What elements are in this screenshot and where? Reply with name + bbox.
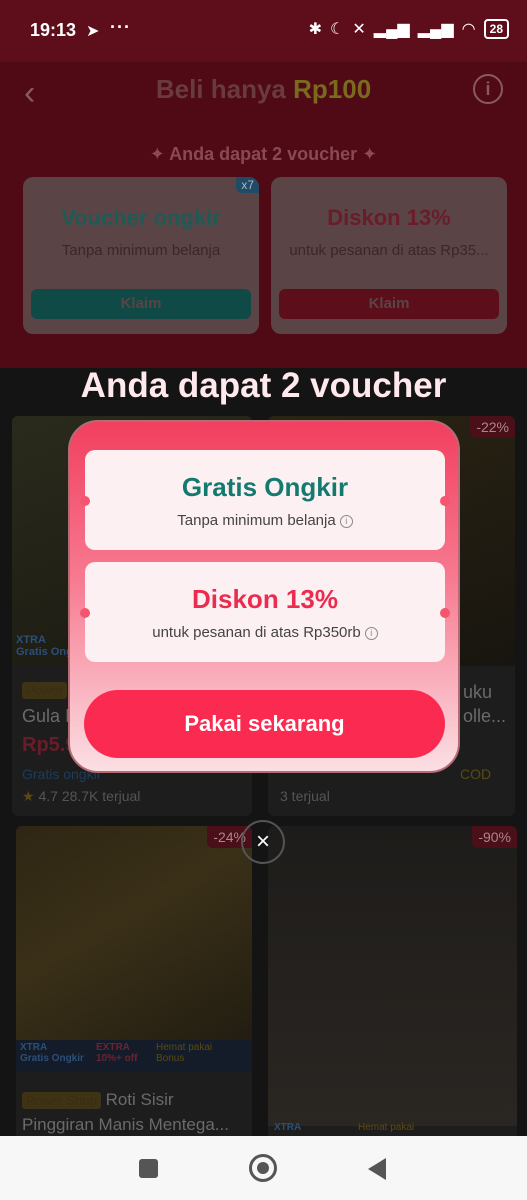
sold-count: 3 terjual [280,788,330,804]
voucher-desc-text: Tanpa minimum belanja [177,512,336,529]
voucher-desc-text: untuk pesanan di atas Rp350rb [152,624,361,641]
voucher-desc: untuk pesanan di atas Rp350rb i [85,624,445,641]
bell-off-icon: ✕ [352,21,366,38]
bonus-label: Bonus [156,1053,185,1064]
claim-button[interactable]: Klaim [31,289,251,319]
xtra-badge: XTRA [20,1042,48,1053]
signal-icon: ▂▄▆ [373,21,410,38]
hemat-label: Hemat pakai [156,1042,213,1053]
system-nav-bar [0,1136,527,1200]
voucher-title: Gratis Ongkir [181,472,349,502]
info-icon[interactable]: i [339,515,353,528]
product-name: Gula I [22,706,71,726]
clock: 19:13 [30,20,77,40]
system-icons: ✱ ☾ ✕ ▂▄▆ ▂▄▆ ◠ 28 [309,19,509,39]
voucher-discount: Diskon 13% untuk pesanan di atas Rp350rb… [80,562,450,662]
battery-icon: 28 [483,19,509,39]
voucher-count-subtitle: ✦ Anda dapat 2 voucher ✦ [149,144,378,164]
bluetooth-icon: ✱ [308,21,323,38]
hemat-label: Hemat pakai [358,1122,415,1133]
discount-badge: -22% [470,416,515,438]
home-icon[interactable] [249,1154,277,1182]
page-title: Beli hanya Rp100 [0,74,527,105]
xtra-badge: XTRA [274,1122,302,1133]
product-card[interactable]: -90% XTRA Hemat pakai [268,826,517,1146]
discount-badge: -90% [472,826,517,848]
promo-header: ‹ Beli hanya Rp100 i ✦ Anda dapat 2 vouc… [0,62,527,368]
claim-button[interactable]: Klaim [279,289,499,319]
xtra-badge-sub: Gratis Ongkir [20,1053,84,1064]
product-name-part: olle... [463,706,507,726]
moon-icon: ☾ [330,21,345,38]
cod-label: COD [460,766,492,782]
product-card[interactable]: -24% XTRA Gratis Ongkir EXTRA 10%+ off H… [16,826,252,1146]
use-now-button[interactable]: Pakai sekarang [84,690,445,758]
info-icon[interactable]: i [473,74,503,104]
voucher-desc: untuk pesanan di atas Rp35... [289,242,489,259]
voucher-desc: Tanpa minimum belanja i [85,512,445,529]
voucher-title: Voucher ongkir [61,205,221,230]
modal-title: Anda dapat 2 voucher [80,366,447,405]
voucher-free-shipping: Gratis Ongkir Tanpa minimum belanja i [80,450,450,550]
title-prefix: Beli hanya [155,74,294,104]
sold-count: 28.7K terjual [61,788,141,804]
voucher-desc: Tanpa minimum belanja [61,242,221,259]
signal-icon: ▂▄▆ [417,21,454,38]
voucher-title: Diskon 13% [192,584,338,614]
close-icon[interactable]: × [241,820,285,864]
voucher-card-discount: Diskon 13% untuk pesanan di atas Rp35...… [271,177,507,334]
rating: 4.7 [38,788,58,804]
wifi-icon: ◠ [461,21,476,38]
promo-strip: XTRA Gratis Ongkir EXTRA 10%+ off Hemat … [16,1040,252,1072]
back-icon[interactable] [368,1158,386,1180]
telegram-icon: ➤ [86,23,100,40]
star-icon: ★ [22,788,35,804]
extra-badge: EXTRA [96,1042,130,1053]
quantity-tag: x7 [236,177,259,193]
voucher-title: Diskon 13% [327,205,451,230]
recent-apps-icon[interactable] [139,1159,158,1178]
title-amount: Rp100 [293,74,372,104]
voucher-card-shipping: x7 Voucher ongkir Tanpa minimum belanja … [23,177,259,334]
product-name-part: uku [463,682,493,702]
status-bar: 19:13 ➤ ··· ✱ ☾ ✕ ▂▄▆ ▂▄▆ ◠ 28 [0,0,527,62]
product-image [16,826,252,1072]
info-icon[interactable]: i [364,627,378,640]
voucher-modal: Gratis Ongkir Tanpa minimum belanja i Dis… [68,420,460,773]
extra-badge-sub: 10%+ off [96,1053,138,1064]
shop-badge: Power Shop [22,1092,101,1109]
product-image [268,826,517,1126]
shop-badge: Power [22,682,67,699]
more-notifications-icon: ··· [110,17,131,37]
